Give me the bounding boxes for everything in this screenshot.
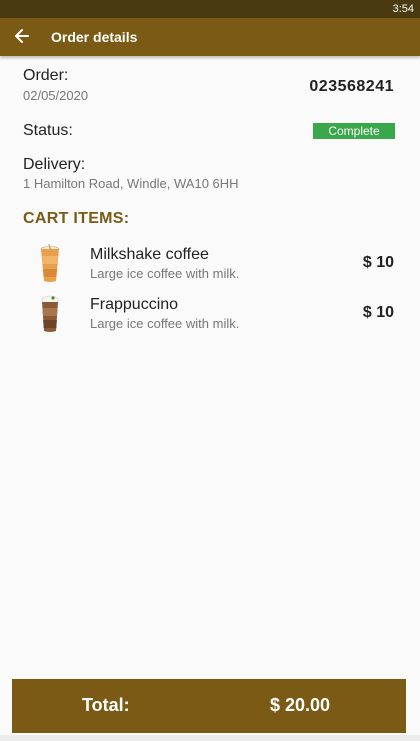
delivery-address: 1 Hamilton Road, Windle, WA10 6HH: [23, 176, 239, 191]
iced-coffee-cup-icon: [40, 244, 60, 282]
item-name: Milkshake coffee: [90, 246, 209, 263]
delivery-label: Delivery:: [23, 156, 86, 173]
page-title: Order details: [51, 29, 138, 45]
item-name: Frappuccino: [90, 296, 179, 313]
order-label: Order:: [23, 67, 69, 84]
cart-item-frappuccino[interactable]: Frappuccino Large ice coffee with milk. …: [0, 294, 420, 338]
item-description: Large ice coffee with milk.: [90, 266, 240, 281]
bottom-edge: [0, 735, 420, 741]
status-label: Status:: [23, 122, 73, 139]
cart-item-milkshake-coffee[interactable]: Milkshake coffee Large ice coffee with m…: [0, 244, 420, 288]
item-description: Large ice coffee with milk.: [90, 316, 240, 331]
total-bar: Total: $ 20.00: [12, 679, 406, 733]
order-date: 02/05/2020: [23, 88, 89, 103]
cart-items-heading: CART ITEMS:: [23, 210, 130, 227]
status-time: 3:54: [392, 3, 414, 15]
total-label: Total:: [82, 695, 130, 715]
total-value: $ 20.00: [270, 695, 331, 715]
back-button[interactable]: [12, 25, 32, 47]
order-number: 023568241: [309, 78, 394, 95]
status-badge: Complete: [313, 123, 395, 139]
frappuccino-cup-icon: [41, 295, 59, 332]
item-price: $ 10: [362, 304, 394, 321]
app-bar: Order details: [0, 18, 420, 56]
arrow-left-icon: [15, 29, 29, 43]
status-bar: 3:54: [0, 0, 420, 18]
item-price: $ 10: [362, 254, 394, 271]
